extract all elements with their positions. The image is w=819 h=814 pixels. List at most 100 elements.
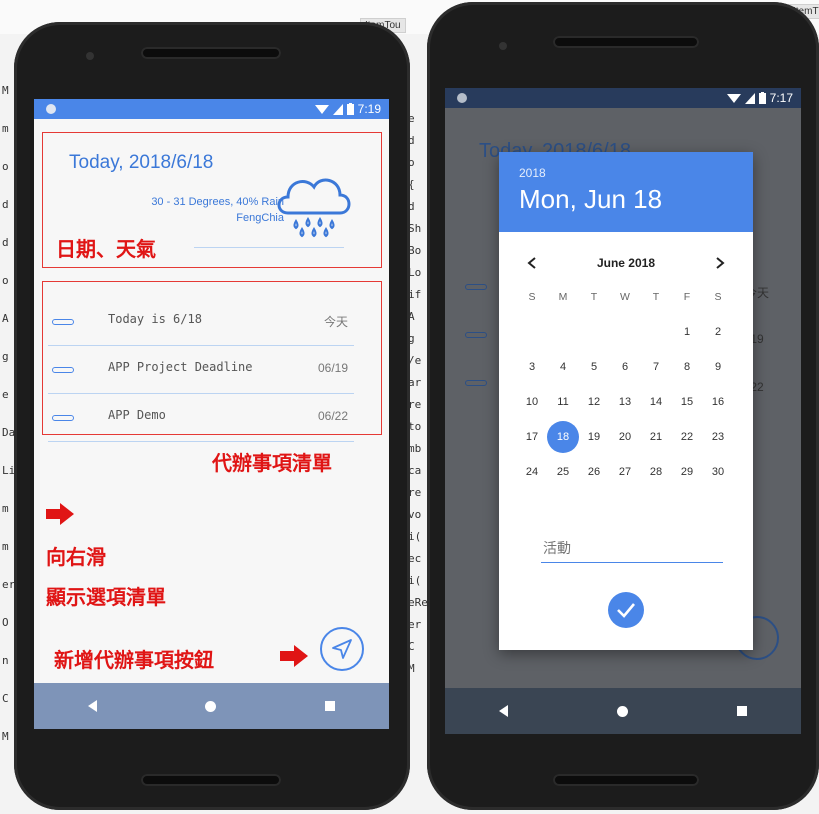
ide-code-fragment: m xyxy=(2,540,9,553)
confirm-button[interactable] xyxy=(608,592,644,628)
calendar-day[interactable]: 21 xyxy=(641,420,671,454)
back-icon[interactable] xyxy=(88,700,98,712)
battery-icon xyxy=(346,103,354,115)
calendar-day[interactable]: 16 xyxy=(703,385,733,419)
calendar-day[interactable]: 29 xyxy=(672,455,702,489)
front-camera xyxy=(86,52,94,60)
weekday-label: T xyxy=(590,291,598,303)
todo-date: 06/22 xyxy=(317,409,348,423)
calendar-day[interactable]: 18 xyxy=(548,420,578,454)
calendar-day[interactable]: 30 xyxy=(703,455,733,489)
red-arrow-icon-2 xyxy=(280,645,308,667)
todo-item[interactable]: APP Project Deadline 06/19 xyxy=(48,347,354,394)
top-speaker xyxy=(553,36,699,48)
ide-code-fragment: eRe xyxy=(408,596,428,609)
background-todo-pill xyxy=(465,380,487,386)
calendar-day[interactable]: 23 xyxy=(703,420,733,454)
background-todo-pill xyxy=(465,284,487,290)
recents-icon[interactable] xyxy=(324,701,335,711)
calendar-day[interactable]: 4 xyxy=(548,350,578,384)
calendar-day[interactable]: 28 xyxy=(641,455,671,489)
screen-right: 7:17 Today, 2018/6/18 今天 /19 /22 2018 Mo… xyxy=(445,88,801,734)
todo-date: 今天 xyxy=(323,315,348,329)
todo-title: Today is 6/18 xyxy=(108,312,202,326)
red-arrow-icon xyxy=(46,503,74,525)
ide-code-fragment: M xyxy=(2,84,9,97)
calendar-day[interactable]: 3 xyxy=(517,350,547,384)
ide-code-fragment: M xyxy=(2,730,9,743)
background-todo-pill xyxy=(465,332,487,338)
ide-code-fragment: d xyxy=(2,198,9,211)
status-bar: 7:19 xyxy=(34,99,389,119)
calendar-day[interactable]: 1 xyxy=(672,315,702,349)
todo-pill-icon xyxy=(52,415,74,421)
wifi-icon xyxy=(314,104,329,114)
calendar-day[interactable]: 17 xyxy=(517,420,547,454)
chevron-right-icon xyxy=(716,257,725,269)
annotation-swipe-line1: 向右滑 xyxy=(46,545,106,569)
calendar-day[interactable]: 5 xyxy=(579,350,609,384)
todo-title: APP Demo xyxy=(108,408,166,422)
bottom-speaker xyxy=(141,774,281,786)
status-bar: 7:17 xyxy=(445,88,801,108)
calendar-day[interactable]: 10 xyxy=(517,385,547,419)
status-time: 7:17 xyxy=(769,91,793,105)
activity-input[interactable] xyxy=(541,536,723,563)
status-time: 7:19 xyxy=(357,102,381,116)
screen-left: 7:19 Today, 2018/6/18 30 - 31 Degrees, 4… xyxy=(34,99,389,729)
picker-year[interactable]: 2018 xyxy=(519,166,546,180)
calendar-day[interactable]: 27 xyxy=(610,455,640,489)
calendar-day[interactable]: 9 xyxy=(703,350,733,384)
weather-date: Today, 2018/6/18 xyxy=(69,152,214,173)
calendar-day[interactable]: 19 xyxy=(579,420,609,454)
calendar-day[interactable]: 13 xyxy=(610,385,640,419)
phone-left: 7:19 Today, 2018/6/18 30 - 31 Degrees, 4… xyxy=(14,22,410,810)
navigation-bar xyxy=(34,683,389,729)
date-picker-header: 2018 Mon, Jun 18 xyxy=(499,152,753,232)
ide-code-fragment: n xyxy=(2,654,9,667)
top-speaker xyxy=(141,47,281,59)
calendar-day[interactable]: 2 xyxy=(703,315,733,349)
weekday-label: W xyxy=(620,291,630,303)
calendar-day[interactable]: 15 xyxy=(672,385,702,419)
ide-code-fragment: O xyxy=(2,616,9,629)
todo-item[interactable]: APP Demo 06/22 xyxy=(48,395,354,442)
ide-code-fragment: o xyxy=(2,160,9,173)
ide-code-fragment: m xyxy=(2,502,9,515)
signal-icon xyxy=(744,92,755,104)
annotation-add-button: 新增代辦事項按鈕 xyxy=(54,648,214,672)
calendar-day[interactable]: 7 xyxy=(641,350,671,384)
ide-code-fragment: m xyxy=(2,122,9,135)
calendar-day[interactable]: 24 xyxy=(517,455,547,489)
annotation-swipe-line2: 顯示選項清單 xyxy=(46,585,166,609)
weekday-label: T xyxy=(652,291,660,303)
home-icon[interactable] xyxy=(616,705,628,717)
calendar-day[interactable]: 25 xyxy=(548,455,578,489)
wifi-icon xyxy=(726,93,741,103)
back-icon[interactable] xyxy=(499,705,509,717)
recents-icon[interactable] xyxy=(736,706,747,716)
weather-detail: 30 - 31 Degrees, 40% Rain xyxy=(151,196,284,208)
calendar-day[interactable]: 11 xyxy=(548,385,578,419)
calendar-day[interactable]: 26 xyxy=(579,455,609,489)
calendar-day[interactable]: 20 xyxy=(610,420,640,454)
calendar-day[interactable]: 14 xyxy=(641,385,671,419)
ide-code-fragment: o xyxy=(2,274,9,287)
ide-code-fragment: A xyxy=(2,312,9,325)
ide-code-fragment: C xyxy=(2,692,9,705)
calendar-day[interactable]: 22 xyxy=(672,420,702,454)
todo-item[interactable]: Today is 6/18 今天 xyxy=(48,299,354,346)
calendar-day[interactable]: 6 xyxy=(610,350,640,384)
rain-cloud-icon xyxy=(277,178,351,238)
check-circle-icon xyxy=(617,603,635,618)
weather-divider xyxy=(194,247,344,248)
next-month-button[interactable] xyxy=(715,256,725,274)
calendar-day[interactable]: 8 xyxy=(672,350,702,384)
calendar-day[interactable]: 12 xyxy=(579,385,609,419)
ide-code-fragment: g xyxy=(2,350,9,363)
weekday-label: S xyxy=(528,291,536,303)
picker-date[interactable]: Mon, Jun 18 xyxy=(519,184,662,215)
bottom-speaker xyxy=(553,774,699,786)
home-icon[interactable] xyxy=(205,700,217,712)
add-todo-button[interactable] xyxy=(320,627,364,671)
